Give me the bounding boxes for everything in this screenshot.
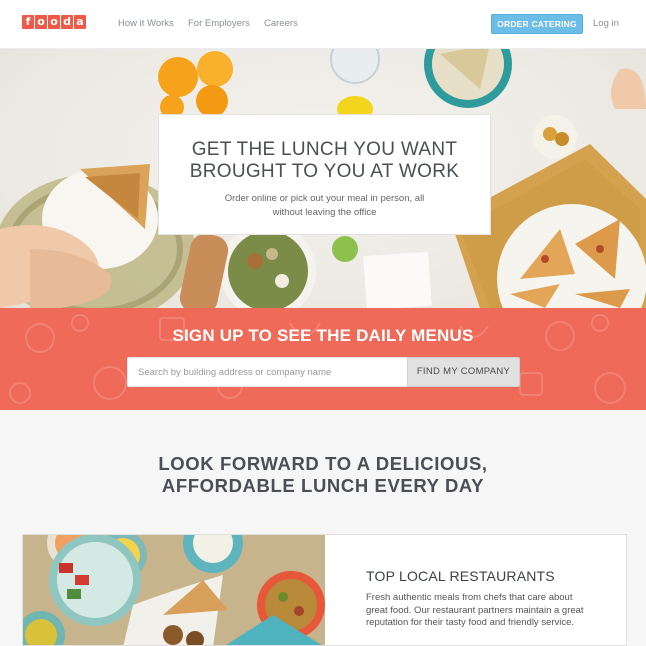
restaurant-food-photo — [23, 535, 325, 645]
order-catering-button[interactable]: ORDER CATERING — [491, 14, 583, 34]
logo-letter: f — [22, 15, 34, 29]
company-search-input[interactable] — [127, 357, 407, 387]
feature-title: TOP LOCAL RESTAURANTS — [366, 568, 555, 584]
logo-letter: a — [74, 15, 86, 29]
hero-title-text: GET THE LUNCH YOU WANT BROUGHT TO YOU AT… — [189, 139, 460, 182]
section-headline: LOOK FORWARD TO A DELICIOUS, AFFORDABLE … — [0, 453, 646, 497]
feature-description: Fresh authentic meals from chefs that ca… — [366, 592, 584, 628]
hero-subtitle-text: Order online or pick out your meal in pe… — [224, 193, 425, 218]
hero-title: GET THE LUNCH YOU WANT BROUGHT TO YOU AT… — [159, 139, 490, 183]
restaurant-food-illustration — [23, 535, 325, 645]
section-headline-text: LOOK FORWARD TO A DELICIOUS, AFFORDABLE … — [158, 453, 488, 496]
hero-section: GET THE LUNCH YOU WANT BROUGHT TO YOU AT… — [0, 49, 646, 308]
logo-letter: o — [35, 15, 47, 29]
nav-link-how-it-works[interactable]: How it Works — [118, 18, 174, 29]
signup-title: SIGN UP TO SEE THE DAILY MENUS — [172, 326, 474, 345]
hero-subtitle: Order online or pick out your meal in pe… — [159, 192, 490, 220]
find-my-company-button[interactable]: FIND MY COMPANY — [407, 357, 520, 387]
fooda-logo[interactable]: f o o d a — [22, 15, 86, 29]
nav-link-careers[interactable]: Careers — [264, 18, 298, 29]
nav-link-for-employers[interactable]: For Employers — [188, 18, 250, 29]
feature-card-restaurants: TOP LOCAL RESTAURANTS Fresh authentic me… — [22, 534, 627, 646]
signup-band: SIGN UP TO SEE THE DAILY MENUS FIND MY C… — [0, 308, 646, 410]
logo-letter: d — [61, 15, 73, 29]
top-navbar: f o o d a How it Works For Employers Car… — [0, 0, 646, 49]
login-link[interactable]: Log in — [593, 18, 619, 29]
hero-card: GET THE LUNCH YOU WANT BROUGHT TO YOU AT… — [158, 114, 491, 235]
logo-letter: o — [48, 15, 60, 29]
